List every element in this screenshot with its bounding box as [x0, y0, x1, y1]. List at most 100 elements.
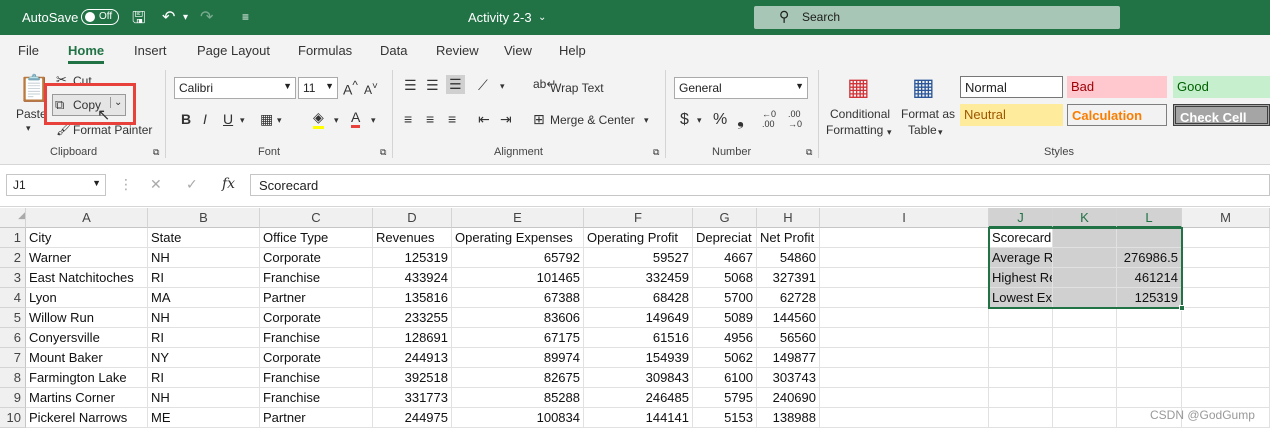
- table-cell[interactable]: 5795: [693, 388, 757, 408]
- search-box[interactable]: ⚲ Search: [754, 6, 1120, 29]
- table-cell[interactable]: 392518: [373, 368, 452, 388]
- style-normal[interactable]: Normal: [960, 76, 1063, 98]
- table-cell[interactable]: 5089: [693, 308, 757, 328]
- table-cell[interactable]: [989, 388, 1053, 408]
- table-cell[interactable]: Franchise: [260, 388, 373, 408]
- table-cell[interactable]: 68428: [584, 288, 693, 308]
- align-center-icon[interactable]: ≡: [426, 111, 434, 127]
- row-header[interactable]: 5: [0, 308, 26, 328]
- table-cell[interactable]: 89974: [452, 348, 584, 368]
- conditional-label-2[interactable]: Formatting: [826, 123, 883, 137]
- align-right-icon[interactable]: ≡: [448, 111, 456, 127]
- row-header[interactable]: 4: [0, 288, 26, 308]
- row-header[interactable]: 7: [0, 348, 26, 368]
- row-header[interactable]: 10: [0, 408, 26, 428]
- table-cell[interactable]: Franchise: [260, 368, 373, 388]
- table-cell[interactable]: [1053, 348, 1117, 368]
- tab-review[interactable]: Review: [436, 43, 479, 58]
- table-cell[interactable]: Depreciat: [693, 228, 757, 248]
- column-header[interactable]: K: [1053, 208, 1117, 228]
- table-cell[interactable]: Corporate: [260, 308, 373, 328]
- undo-dropdown-icon[interactable]: ▾: [183, 12, 188, 23]
- fill-handle[interactable]: [1179, 305, 1185, 311]
- table-cell[interactable]: [989, 408, 1053, 428]
- table-cell[interactable]: Conyersville: [26, 328, 148, 348]
- table-cell[interactable]: 5068: [693, 268, 757, 288]
- table-cell[interactable]: [1117, 308, 1182, 328]
- column-header[interactable]: J: [989, 208, 1053, 228]
- table-cell[interactable]: 246485: [584, 388, 693, 408]
- table-cell[interactable]: [1053, 408, 1117, 428]
- table-cell[interactable]: [1182, 248, 1270, 268]
- tab-home[interactable]: Home: [68, 43, 105, 64]
- table-cell[interactable]: Net Profit: [757, 228, 820, 248]
- table-cell[interactable]: RI: [148, 368, 260, 388]
- column-header[interactable]: B: [148, 208, 260, 228]
- comma-style-icon[interactable]: ❟: [737, 109, 744, 130]
- style-neutral[interactable]: Neutral: [960, 104, 1063, 126]
- conditional-dropdown-icon[interactable]: ▾: [887, 127, 892, 138]
- increase-decimal-icon[interactable]: ←0.00: [762, 109, 776, 129]
- table-cell[interactable]: [1182, 308, 1270, 328]
- table-cell[interactable]: 4956: [693, 328, 757, 348]
- fill-color-icon[interactable]: ◈: [313, 109, 324, 129]
- underline-dropdown-icon[interactable]: ▾: [240, 115, 245, 126]
- wrap-text-label[interactable]: Wrap Text: [550, 81, 604, 95]
- table-cell[interactable]: 85288: [452, 388, 584, 408]
- merge-dropdown-icon[interactable]: ▾: [644, 115, 649, 126]
- table-cell[interactable]: [820, 228, 989, 248]
- table-cell[interactable]: 83606: [452, 308, 584, 328]
- tab-file[interactable]: File: [18, 43, 39, 58]
- row-header[interactable]: 3: [0, 268, 26, 288]
- style-good[interactable]: Good: [1173, 76, 1270, 98]
- row-header[interactable]: 1: [0, 228, 26, 248]
- table-cell[interactable]: [1182, 328, 1270, 348]
- merge-center-label[interactable]: Merge & Center: [550, 113, 635, 127]
- decrease-indent-icon[interactable]: ⇤: [478, 111, 490, 128]
- table-cell[interactable]: 5062: [693, 348, 757, 368]
- paste-dropdown-icon[interactable]: ▾: [26, 123, 31, 134]
- style-check-cell[interactable]: Check Cell: [1173, 104, 1270, 126]
- orientation-dropdown-icon[interactable]: ▾: [500, 81, 505, 92]
- orientation-icon[interactable]: ⟋: [478, 77, 488, 94]
- table-cell[interactable]: MA: [148, 288, 260, 308]
- name-box[interactable]: J1 ▼: [6, 174, 106, 196]
- table-cell[interactable]: [1053, 368, 1117, 388]
- table-cell[interactable]: [820, 368, 989, 388]
- table-cell[interactable]: ME: [148, 408, 260, 428]
- decrease-decimal-icon[interactable]: .00 →0: [788, 109, 802, 129]
- table-cell[interactable]: 125319: [373, 248, 452, 268]
- table-cell[interactable]: Office Type: [260, 228, 373, 248]
- table-cell[interactable]: 59527: [584, 248, 693, 268]
- table-cell[interactable]: [1182, 268, 1270, 288]
- style-bad[interactable]: Bad: [1067, 76, 1167, 98]
- table-cell[interactable]: 327391: [757, 268, 820, 288]
- table-cell[interactable]: 154939: [584, 348, 693, 368]
- table-cell[interactable]: 138988: [757, 408, 820, 428]
- align-middle-icon[interactable]: ☰: [426, 77, 439, 94]
- table-cell[interactable]: [820, 308, 989, 328]
- table-cell[interactable]: Partner: [260, 288, 373, 308]
- merge-center-icon[interactable]: ⊞: [533, 111, 545, 128]
- table-cell[interactable]: Operating Expenses: [452, 228, 584, 248]
- tab-page-layout[interactable]: Page Layout: [197, 43, 270, 58]
- tab-insert[interactable]: Insert: [134, 43, 167, 58]
- table-cell[interactable]: 309843: [584, 368, 693, 388]
- style-calculation[interactable]: Calculation: [1067, 104, 1167, 126]
- table-cell[interactable]: [1117, 348, 1182, 368]
- table-cell[interactable]: [1053, 388, 1117, 408]
- insert-function-icon[interactable]: fx: [222, 176, 235, 192]
- undo-icon[interactable]: ↶: [162, 7, 175, 27]
- table-cell[interactable]: 101465: [452, 268, 584, 288]
- table-cell[interactable]: RI: [148, 328, 260, 348]
- redo-icon[interactable]: ↷: [200, 7, 213, 27]
- table-cell[interactable]: [1117, 388, 1182, 408]
- format-as-table-label-2[interactable]: Table: [908, 123, 937, 137]
- table-cell[interactable]: [989, 308, 1053, 328]
- table-cell[interactable]: 5700: [693, 288, 757, 308]
- table-cell[interactable]: 135816: [373, 288, 452, 308]
- table-cell[interactable]: Partner: [260, 408, 373, 428]
- font-name-dropdown[interactable]: Calibri ▼: [174, 77, 296, 99]
- currency-icon[interactable]: $: [680, 111, 689, 129]
- font-size-dropdown[interactable]: 11 ▼: [298, 77, 338, 99]
